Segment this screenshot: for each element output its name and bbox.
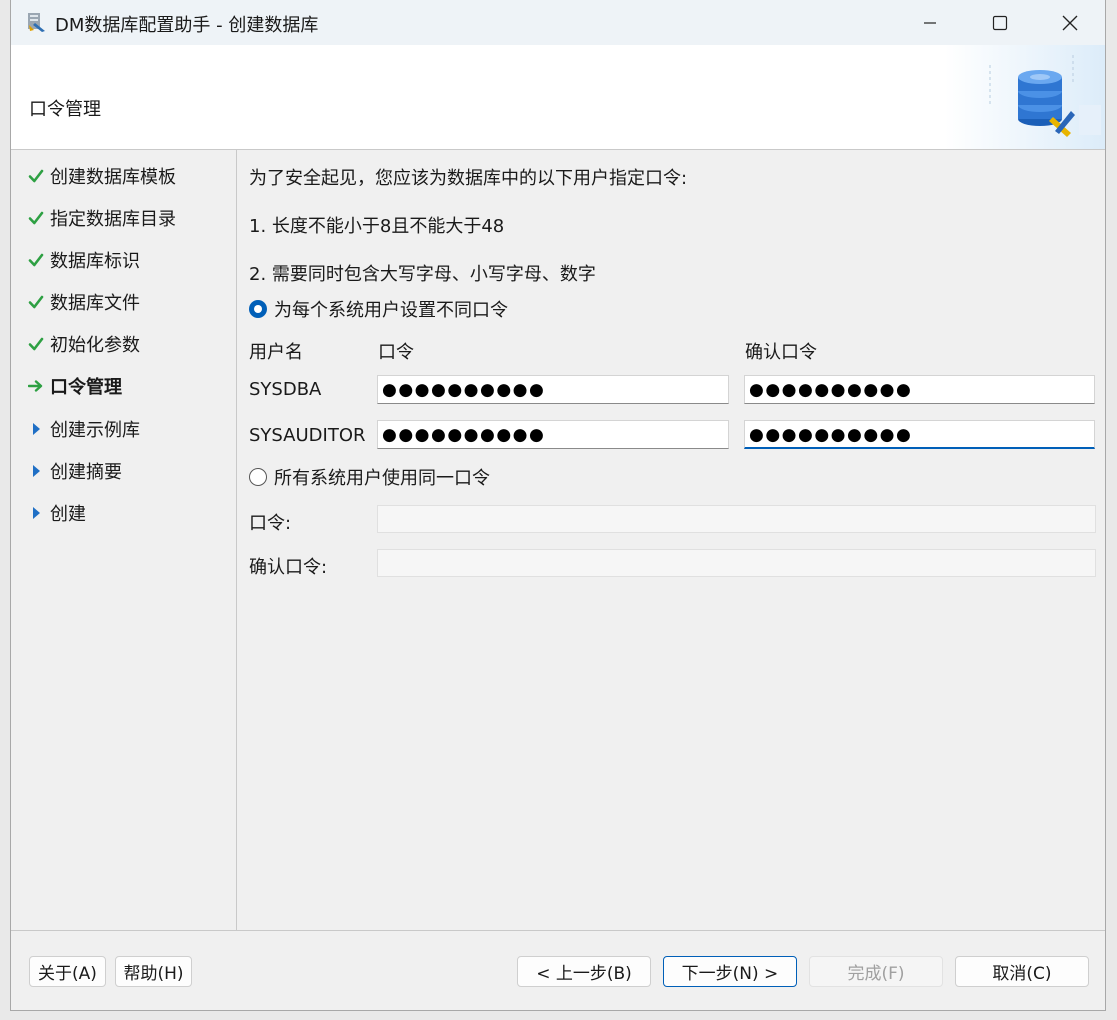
step-password-management[interactable]: 口令管理 xyxy=(11,371,122,401)
close-button[interactable] xyxy=(1035,0,1105,45)
app-icon xyxy=(28,13,45,32)
radio-unchecked-icon xyxy=(249,468,267,486)
step-label: 创建数据库模板 xyxy=(50,167,176,188)
step-label: 指定数据库目录 xyxy=(50,209,176,230)
window-title: DM数据库配置助手 - 创建数据库 xyxy=(55,15,319,36)
step-label: 口令管理 xyxy=(50,377,122,398)
maximize-button[interactable] xyxy=(965,0,1035,45)
step-label: 创建 xyxy=(50,504,86,525)
database-banner-icon xyxy=(945,45,1105,149)
footer-bar: 关于(A) 帮助(H) < 上一步(B) 下一步(N) > 完成(F) 取消(C… xyxy=(11,930,1105,1011)
minimize-icon xyxy=(924,21,936,24)
next-button[interactable]: 下一步(N) > xyxy=(663,956,797,987)
page-header: 口令管理 xyxy=(11,45,1105,150)
check-icon xyxy=(28,169,44,183)
about-button[interactable]: 关于(A) xyxy=(29,956,106,987)
close-icon xyxy=(1062,15,1078,30)
radio-checked-icon xyxy=(249,300,267,318)
wizard-steps: 创建数据库模板 指定数据库目录 数据库标识 数据库文件 初始化参数 口令管理 创… xyxy=(11,150,237,930)
previous-button[interactable]: < 上一步(B) xyxy=(517,956,651,987)
check-icon xyxy=(28,211,44,225)
step-create-sample[interactable]: 创建示例库 xyxy=(11,414,140,444)
rule-complexity: 2. 需要同时包含大写字母、小写字母、数字 xyxy=(249,264,596,285)
help-button[interactable]: 帮助(H) xyxy=(115,956,192,987)
step-database-identity[interactable]: 数据库标识 xyxy=(11,245,140,275)
username-sysauditor: SYSAUDITOR xyxy=(249,425,366,446)
shared-confirm-label: 确认口令: xyxy=(249,557,328,578)
arrow-right-icon xyxy=(28,380,43,392)
cancel-button[interactable]: 取消(C) xyxy=(955,956,1089,987)
minimize-button[interactable] xyxy=(895,0,965,45)
step-create-template[interactable]: 创建数据库模板 xyxy=(11,161,176,191)
radio-individual-label: 为每个系统用户设置不同口令 xyxy=(274,300,508,321)
maximize-icon xyxy=(992,15,1008,30)
title-bar: DM数据库配置助手 - 创建数据库 xyxy=(11,0,1105,45)
step-init-params[interactable]: 初始化参数 xyxy=(11,329,140,359)
finish-button: 完成(F) xyxy=(809,956,943,987)
sysdba-password-field[interactable]: ●●●●●●●●●● xyxy=(377,375,729,404)
sysauditor-confirm-password-field[interactable]: ●●●●●●●●●● xyxy=(744,420,1095,449)
radio-individual-passwords[interactable]: 为每个系统用户设置不同口令 xyxy=(249,297,508,321)
step-label: 数据库文件 xyxy=(50,293,140,314)
username-sysdba: SYSDBA xyxy=(249,379,322,400)
radio-same-label: 所有系统用户使用同一口令 xyxy=(274,468,490,489)
step-label: 初始化参数 xyxy=(50,335,140,356)
dialog-window: DM数据库配置助手 - 创建数据库 口令管理 创建数据库模板 指定数据库目录 数… xyxy=(10,0,1106,1011)
shared-password-field xyxy=(377,505,1096,533)
triangle-right-icon xyxy=(33,507,40,519)
check-icon xyxy=(28,295,44,309)
step-create-summary[interactable]: 创建摘要 xyxy=(11,456,122,486)
step-database-files[interactable]: 数据库文件 xyxy=(11,287,140,317)
triangle-right-icon xyxy=(33,465,40,477)
column-password: 口令 xyxy=(378,342,414,363)
check-icon xyxy=(28,253,44,267)
sysauditor-password-field[interactable]: ●●●●●●●●●● xyxy=(377,420,729,449)
sysdba-confirm-password-field[interactable]: ●●●●●●●●●● xyxy=(744,375,1095,404)
page-title: 口令管理 xyxy=(29,99,101,120)
step-label: 创建示例库 xyxy=(50,420,140,441)
triangle-right-icon xyxy=(33,423,40,435)
column-username: 用户名 xyxy=(249,342,303,363)
main-content: 为了安全起见，您应该为数据库中的以下用户指定口令: 1. 长度不能小于8且不能大… xyxy=(248,150,1107,930)
step-label: 创建摘要 xyxy=(50,462,122,483)
step-create[interactable]: 创建 xyxy=(11,498,86,528)
intro-text: 为了安全起见，您应该为数据库中的以下用户指定口令: xyxy=(249,168,688,189)
shared-password-label: 口令: xyxy=(249,513,292,534)
rule-length: 1. 长度不能小于8且不能大于48 xyxy=(249,216,505,237)
check-icon xyxy=(28,337,44,351)
step-label: 数据库标识 xyxy=(50,251,140,272)
column-confirm-password: 确认口令 xyxy=(745,342,817,363)
shared-confirm-field xyxy=(377,549,1096,577)
radio-same-password[interactable]: 所有系统用户使用同一口令 xyxy=(249,465,490,489)
step-database-directory[interactable]: 指定数据库目录 xyxy=(11,203,176,233)
